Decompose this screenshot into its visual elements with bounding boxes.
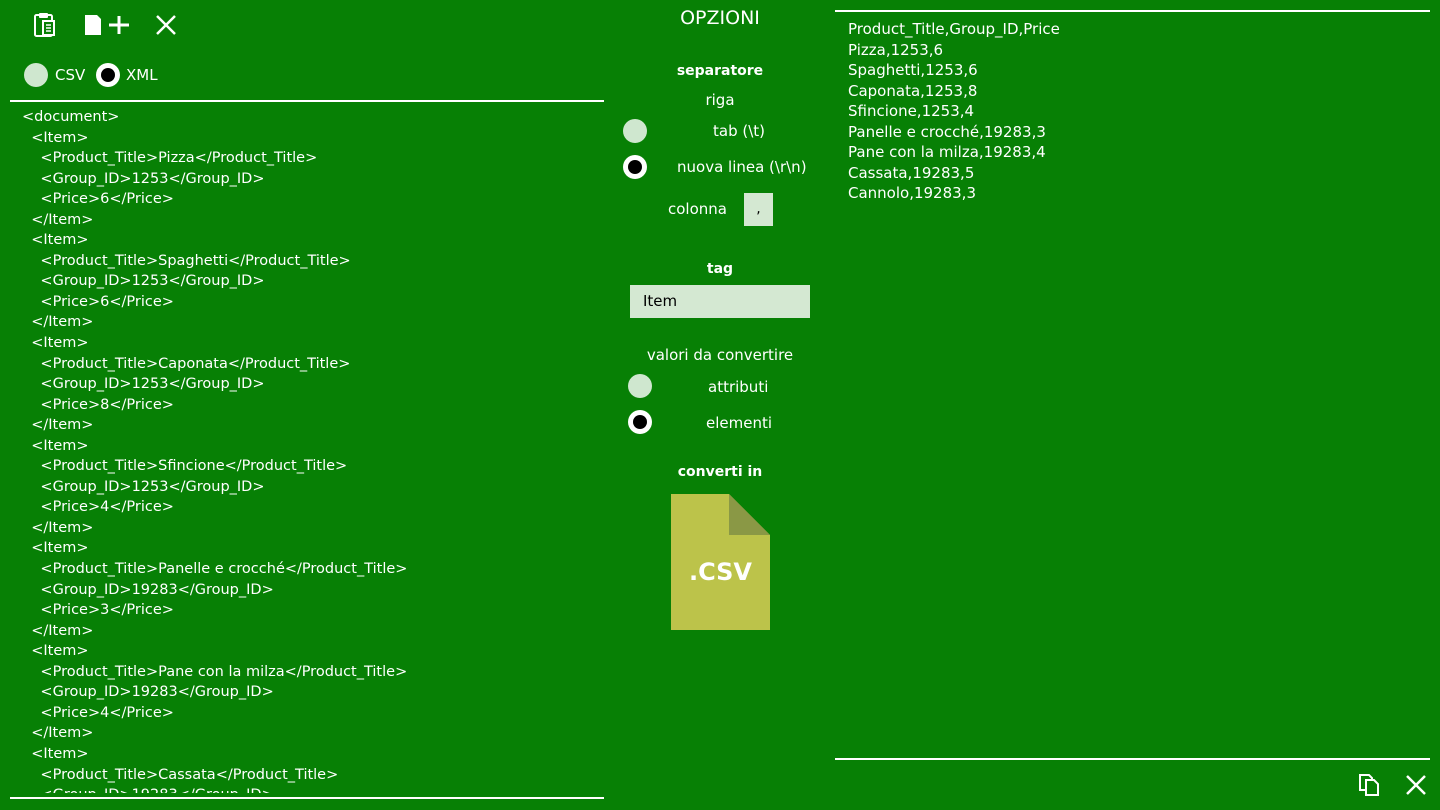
column-label: colonna [668, 200, 727, 218]
csv-label: CSV [55, 66, 86, 84]
row-label: riga [705, 91, 735, 109]
editor-line: <Item> [22, 745, 89, 762]
editor-line: <Product_Title>Pane con la milza</Produc… [22, 663, 408, 680]
editor-line: <Item> [22, 129, 89, 146]
editor-top-divider [10, 100, 604, 102]
editor-line: <Item> [22, 232, 89, 249]
new-document-icon [85, 15, 129, 35]
editor-line: <Product_Title>Panelle e crocché</Produc… [22, 561, 408, 578]
csv-file-label: .CSV [688, 558, 753, 586]
convert-to-csv-button[interactable]: .CSV [671, 494, 770, 630]
options-title: OPZIONI [680, 7, 760, 29]
editor-line: </Item> [22, 725, 94, 742]
separator-heading: separatore [676, 63, 764, 79]
new-button[interactable] [82, 13, 130, 37]
elements-label: elementi [706, 414, 773, 432]
editor-line: </Item> [22, 519, 94, 536]
editor-line: <Price>4</Price> [22, 704, 174, 721]
output-line: Caponata,1253,8 [848, 81, 978, 100]
paste-button[interactable] [33, 12, 57, 38]
attributes-label: attributi [708, 378, 769, 396]
output-line: Panelle e crocché,19283,3 [848, 122, 1046, 141]
editor-line: </Item> [22, 417, 94, 434]
close-icon [1406, 775, 1426, 795]
xml-radio[interactable] [96, 63, 120, 87]
xml-input-editor[interactable]: <document> <Item> <Product_Title>Pizza</… [22, 107, 602, 793]
newline-separator-label: nuova linea (\r\n) [677, 158, 807, 176]
editor-line: <Product_Title>Cassata</Product_Title> [22, 766, 339, 783]
attributes-radio[interactable] [628, 374, 652, 398]
editor-line: </Item> [22, 314, 94, 331]
output-line: Cannolo,19283,3 [848, 184, 976, 203]
newline-separator-radio[interactable] [623, 155, 647, 179]
editor-line: <Price>8</Price> [22, 396, 174, 413]
editor-line: <Item> [22, 643, 89, 660]
tab-separator-label: tab (\t) [713, 122, 766, 140]
editor-line: <Group_ID>1253</Group_ID> [22, 170, 265, 187]
convert-heading: converti in [677, 464, 763, 480]
editor-line: <Price>3</Price> [22, 602, 174, 619]
editor-line: <Group_ID>19283</Group_ID> [22, 684, 274, 701]
editor-line: <Price>6</Price> [22, 191, 174, 208]
csv-output[interactable]: Product_Title,Group_ID,Price Pizza,1253,6… [848, 19, 1418, 749]
copy-output-button[interactable] [1358, 773, 1380, 797]
clear-output-button[interactable] [1405, 774, 1427, 796]
output-line: Pizza,1253,6 [848, 40, 944, 59]
csv-radio[interactable] [24, 63, 48, 87]
editor-line: </Item> [22, 211, 94, 228]
editor-line: <Product_Title>Spaghetti</Product_Title> [22, 252, 351, 269]
tab-separator-radio[interactable] [623, 119, 647, 143]
editor-line: <Product_Title>Pizza</Product_Title> [22, 150, 318, 167]
editor-line: <Item> [22, 335, 89, 352]
values-label: valori da convertire [646, 346, 794, 364]
editor-line: <Price>6</Price> [22, 293, 174, 310]
xml-label: XML [126, 66, 158, 84]
elements-radio[interactable] [628, 410, 652, 434]
clear-input-button[interactable] [155, 14, 177, 36]
editor-line: <Item> [22, 540, 89, 557]
copy-icon [1359, 774, 1379, 796]
editor-line: <Group_ID>1253</Group_ID> [22, 273, 265, 290]
editor-line: <Price>4</Price> [22, 499, 174, 516]
editor-line: <document> [22, 109, 120, 125]
output-line: Spaghetti,1253,6 [848, 61, 978, 80]
editor-line: <Item> [22, 437, 89, 454]
editor-bottom-divider [10, 797, 604, 799]
output-line: Pane con la milza,19283,4 [848, 143, 1046, 162]
clipboard-paste-icon [34, 13, 55, 37]
editor-line: </Item> [22, 622, 94, 639]
output-line: Cassata,19283,5 [848, 163, 975, 182]
tag-heading: tag [706, 261, 734, 277]
output-line: Sfincione,1253,4 [848, 102, 975, 121]
editor-line: <Group_ID>19283</Group_ID> [22, 581, 274, 598]
editor-line: <Product_Title>Caponata</Product_Title> [22, 355, 351, 372]
output-top-divider [835, 10, 1430, 12]
column-separator-input[interactable]: , [744, 193, 773, 226]
editor-line: <Group_ID>1253</Group_ID> [22, 478, 265, 495]
editor-line: <Group_ID>1253</Group_ID> [22, 376, 265, 393]
output-line: Product_Title,Group_ID,Price [848, 20, 1060, 38]
output-bottom-divider [835, 758, 1430, 760]
close-icon [156, 15, 176, 35]
editor-line: <Group_ID>19283</Group_ID> [22, 785, 602, 793]
editor-line: <Product_Title>Sfincione</Product_Title> [22, 458, 348, 475]
tag-input[interactable]: Item [630, 285, 810, 318]
